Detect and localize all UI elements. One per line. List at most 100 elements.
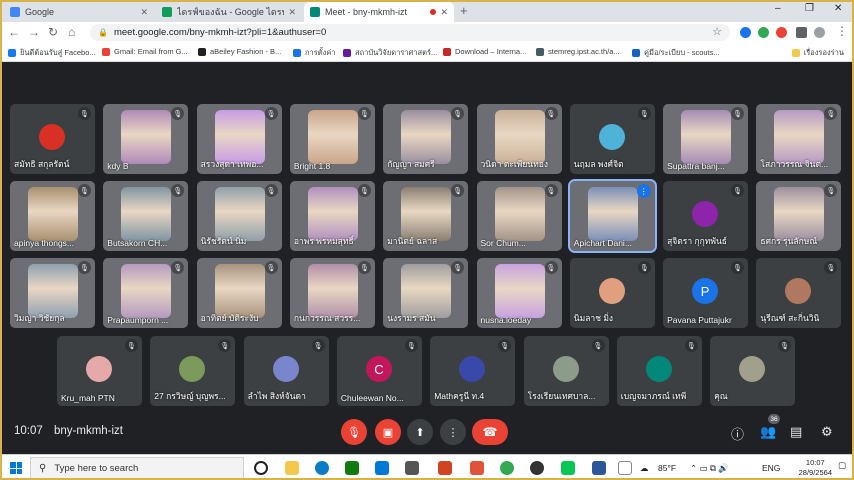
close-tab-icon[interactable]: ✕ <box>140 7 148 18</box>
participant-tile[interactable]: 🎙 นฤมล พงศ์จิต <box>569 104 655 174</box>
app-icon[interactable] <box>405 461 419 475</box>
participant-tile[interactable]: 🎙 มานิตย์ ฉลาส <box>383 181 469 251</box>
language-indicator[interactable]: ENG <box>762 463 780 473</box>
leave-call-button[interactable]: ☎ <box>472 419 508 445</box>
participant-avatar <box>739 356 766 382</box>
participant-tile[interactable]: 🎙 นงรามร สมัน <box>383 258 469 328</box>
edge-icon[interactable] <box>315 461 329 475</box>
tab-google[interactable]: Google ✕ <box>4 2 154 22</box>
forward-icon[interactable]: → <box>28 25 40 39</box>
participant-tile[interactable]: 🎙 kdy B <box>103 104 189 174</box>
participant-tile[interactable]: 🎙 กัญญา สมศรี <box>383 104 469 174</box>
file-explorer-icon[interactable] <box>285 461 299 475</box>
close-tab-icon[interactable]: ✕ <box>288 7 296 18</box>
mic-toggle-button[interactable]: 🎙 <box>341 419 367 445</box>
acrobat-icon[interactable] <box>470 461 484 475</box>
menu-kebab-icon[interactable]: ⋮ <box>836 24 848 38</box>
extension-icon[interactable] <box>740 27 751 38</box>
participant-tile[interactable]: 🎙 nusna.loeday <box>476 258 562 328</box>
bookmark-item[interactable]: สถาบันวิจัยดาราศาสตร์... <box>343 47 437 59</box>
store-icon[interactable] <box>375 461 389 475</box>
participant-tile[interactable]: 🎙 โสภาวรรณ จินต... <box>756 104 842 174</box>
participant-tile[interactable]: 🎙 27 กรวิษญ์ บุญพร... <box>150 336 236 406</box>
extension-icon[interactable] <box>758 27 769 38</box>
participant-tile[interactable]: 🎙 นุรีณฑ์ สะกิ่นวินิ <box>756 258 842 328</box>
chat-icon[interactable]: ▤ <box>790 424 802 440</box>
excel-icon[interactable] <box>345 461 359 475</box>
people-icon[interactable]: 👥 <box>760 424 776 440</box>
bookmark-item[interactable]: aBeiley Fashion - B... <box>198 47 281 56</box>
participant-tile[interactable]: 🎙 โรงเรียนเทศบาล... <box>523 336 609 406</box>
windows-start-icon[interactable] <box>10 462 22 474</box>
participant-tile[interactable]: 🎙 Bright 1.8 <box>289 104 375 174</box>
bookmark-item[interactable]: stemreg.ipst.ac.th/a... <box>536 47 620 56</box>
tab-meet[interactable]: Meet - bny-mkmh-izt ✕ <box>304 2 454 22</box>
participant-tile[interactable]: C 🎙 Chuleewan No... <box>336 336 422 406</box>
media-player-icon[interactable] <box>530 461 544 475</box>
participant-tile[interactable]: 🎙 กนกวรรณ สวรร... <box>289 258 375 328</box>
minimize-button[interactable]: – <box>775 3 781 14</box>
participant-count-badge: 36 <box>768 414 780 424</box>
participant-tile[interactable]: 🎙 ลำไพ สิงห์จันดา <box>243 336 329 406</box>
participant-tile[interactable]: 🎙 Butsakorn CH... <box>103 181 189 251</box>
participant-tile[interactable]: 🎙 วนิดา ตะเพียนทอง <box>476 104 562 174</box>
info-icon[interactable]: ⓘ <box>731 424 744 443</box>
address-bar[interactable]: 🔒 meet.google.com/bny-mkmh-izt?pli=1&aut… <box>90 24 730 41</box>
participant-tile[interactable]: 🎙 สรวงสุดา เทพอ... <box>196 104 282 174</box>
present-button[interactable]: ⬆ <box>407 419 433 445</box>
camera-toggle-button[interactable]: ▣ <box>375 419 401 445</box>
participant-tile[interactable]: 🎙 นิรัชรัตน์ นิ่ม <box>196 181 282 251</box>
new-tab-button[interactable]: + <box>460 3 468 18</box>
bookmark-star-icon[interactable]: ☆ <box>712 25 722 38</box>
participant-tile[interactable]: 🎙 ธศกร รุ่นลักษณ์ <box>756 181 842 251</box>
participant-tile[interactable]: 🎙 Mathครูนี ท.4 <box>430 336 516 406</box>
bookmark-item[interactable]: Gmail: Email from G... <box>102 47 188 56</box>
chrome-icon[interactable] <box>500 461 514 475</box>
tab-drive[interactable]: ไดรฟ์ของฉัน - Google ไดรฟ์ ✕ <box>156 2 302 22</box>
participant-tile[interactable]: 🎙 เบญจมาภรณ์ เทพี <box>616 336 702 406</box>
participant-tile[interactable]: 🎙 อาทิตย์ บัติระงับ <box>196 258 282 328</box>
participant-tile[interactable]: P 🎙 Pavana Puttajukr <box>663 258 749 328</box>
participant-tile[interactable]: 🎙 apinya thongs... <box>10 181 95 251</box>
participant-tile[interactable]: 🎙 Sor Chum... <box>476 181 562 251</box>
weather-temp[interactable]: 85°F <box>658 463 676 473</box>
line-icon[interactable] <box>561 461 575 475</box>
participant-tile[interactable]: 🎙 Kru_mah PTN <box>57 336 142 406</box>
participant-tile[interactable]: 🎙 วิมญา วิชัยกุล <box>10 258 95 328</box>
tab-title: Meet - bny-mkmh-izt <box>325 7 408 17</box>
cortana-icon[interactable] <box>254 461 268 475</box>
participant-tile[interactable]: ⋮ Apichart Dani... <box>567 179 657 253</box>
bookmark-item[interactable]: ยินดีต้อนรับสู่ Facebo... <box>8 47 96 59</box>
weather-icon[interactable]: ☁ <box>640 463 649 474</box>
puzzle-icon[interactable] <box>796 27 807 38</box>
notification-icon[interactable]: ▢ <box>838 460 846 471</box>
system-clock[interactable]: 10:07 28/9/2564 <box>799 458 832 478</box>
bookmark-item[interactable]: การตั้งค่า <box>293 47 336 59</box>
more-options-button[interactable]: ⋮ <box>440 419 466 445</box>
taskbar-search-box[interactable]: ⚲ Type here to search <box>30 457 244 479</box>
word-icon[interactable] <box>592 461 606 475</box>
bookmark-item[interactable]: คู่มือ/ระเบียบ - scouts... <box>632 47 720 59</box>
tray-icons[interactable]: ⌃ ▭ ⧉ 🔊 <box>690 463 729 474</box>
participant-tile[interactable]: 🎙 นิมลาช มิ่ง <box>569 258 655 328</box>
participant-tile[interactable]: 🎙 อาพร พรหมสุทธิ์ <box>289 181 375 251</box>
reload-icon[interactable]: ↻ <box>48 25 58 39</box>
maximize-button[interactable]: ❐ <box>805 3 814 14</box>
other-bookmarks[interactable]: เรื่องรองร่าน <box>791 47 844 59</box>
mic-off-icon: 🎙 <box>544 261 558 274</box>
home-icon[interactable]: ⌂ <box>68 25 75 39</box>
bookmark-item[interactable]: Download – Interna... <box>443 47 526 56</box>
activities-icon[interactable]: ⚙ <box>821 424 833 440</box>
close-window-button[interactable]: ✕ <box>834 3 842 14</box>
powerpoint-icon[interactable] <box>438 461 452 475</box>
close-tab-icon[interactable]: ✕ <box>440 7 448 18</box>
profile-avatar-icon[interactable] <box>814 27 825 38</box>
participant-tile[interactable]: 🎙 Prapaumporn ... <box>103 258 189 328</box>
back-icon[interactable]: ← <box>8 25 20 39</box>
participant-tile[interactable]: 🎙 สมัทธิ สกุลรัตน์ <box>10 104 95 174</box>
participant-tile[interactable]: 🎙 Supattra banj... <box>663 104 749 174</box>
app-icon[interactable] <box>618 461 632 475</box>
participant-tile[interactable]: 🎙 คุณ <box>710 336 796 406</box>
participant-tile[interactable]: 🎙 สุจิตรา กุกุทพันธ์ <box>663 181 749 251</box>
extension-icon[interactable] <box>776 27 787 38</box>
